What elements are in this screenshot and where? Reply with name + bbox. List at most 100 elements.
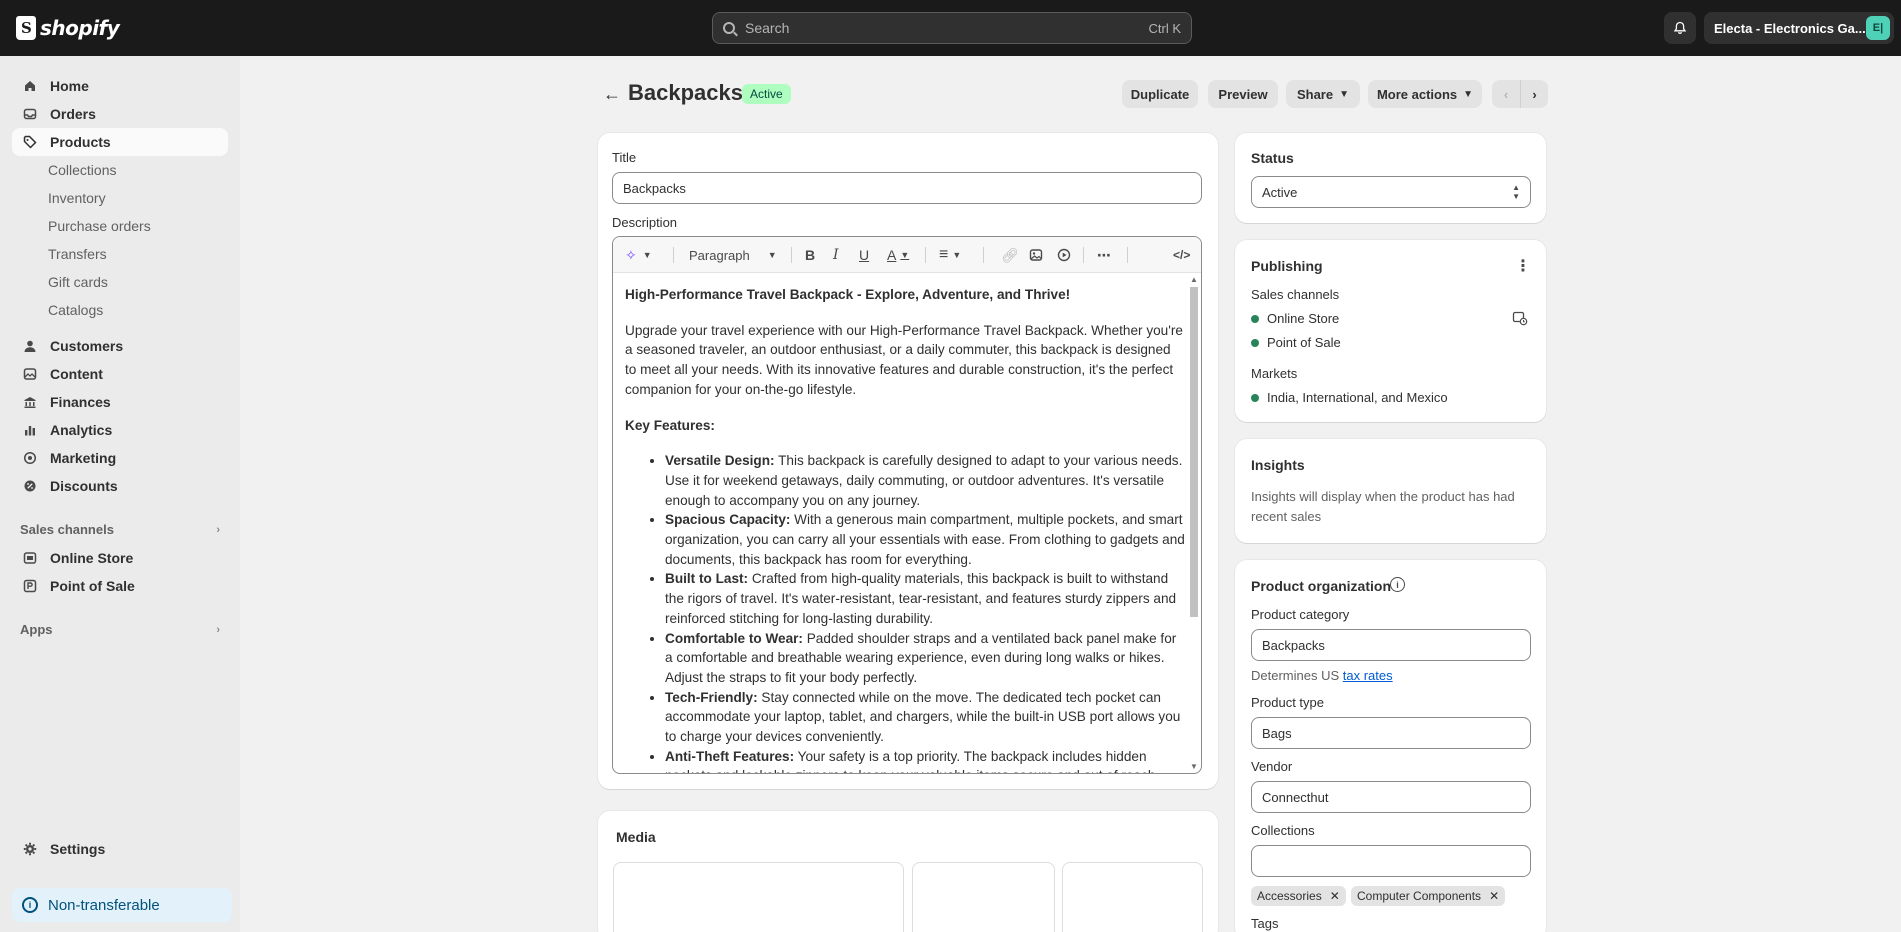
back-arrow-icon[interactable]: ← [600,82,624,106]
shopping-bag-icon [16,16,36,40]
preview-button[interactable]: Preview [1208,80,1278,108]
chevron-right-icon: › [216,523,220,536]
sales-channels-section[interactable]: Sales channels › [20,522,220,537]
editor-scrollbar[interactable]: ▲ ▼ [1189,275,1199,771]
toolbar-divider [925,247,926,263]
top-bar: shopify Search Ctrl K Electa - Electroni… [0,0,1901,56]
sidebar-item-discounts[interactable]: Discounts [12,472,228,500]
store-menu-button[interactable]: Electa - Electronics Ga... E| [1704,12,1894,44]
search-shortcut: Ctrl K [1148,20,1182,36]
next-product-button[interactable]: › [1520,80,1548,108]
sidebar-item-collections[interactable]: Collections [48,156,116,184]
chevron-down-icon: ▼ [767,250,777,260]
markets-value: India, International, and Mexico [1251,390,1448,405]
chevron-right-icon: › [1532,86,1537,102]
product-type-label: Product type [1251,695,1324,710]
vendor-input[interactable]: Connecthut [1251,781,1531,813]
collection-tag: Accessories ✕ [1251,886,1346,906]
more-options-icon[interactable]: ⋯ [1097,245,1112,265]
ai-magic-button[interactable]: ✧ ▼ [625,245,652,265]
product-type-input[interactable]: Bags [1251,717,1531,749]
markets-label: Markets [1251,366,1298,381]
chevron-left-icon: ‹ [1503,86,1509,102]
sidebar-item-content[interactable]: Content [12,360,228,388]
sidebar-item-point-of-sale[interactable]: Point of Sale [12,572,228,600]
gear-icon [22,841,38,857]
code-view-icon[interactable]: </> [1173,245,1190,265]
vertical-dots-icon[interactable]: ⋮ [1515,256,1531,276]
description-content[interactable]: High-Performance Travel Backpack - Explo… [625,285,1185,773]
bold-icon[interactable]: B [805,245,815,265]
toolbar-divider [1083,247,1084,263]
sidebar-item-catalogs[interactable]: Catalogs [48,296,103,324]
previous-product-button[interactable]: ‹ [1492,80,1520,108]
chevron-down-icon: ▼ [642,250,652,260]
publishing-label: Publishing [1251,258,1323,274]
sidebar-item-analytics[interactable]: Analytics [12,416,228,444]
close-icon[interactable]: ✕ [1330,889,1340,903]
search-input[interactable]: Search Ctrl K [712,12,1192,44]
content-icon [22,366,38,382]
close-icon[interactable]: ✕ [1489,889,1499,903]
target-icon [22,450,38,466]
sidebar-item-gift-cards[interactable]: Gift cards [48,268,108,296]
store-avatar: E| [1866,16,1890,40]
sidebar-item-finances[interactable]: Finances [12,388,228,416]
description-editor[interactable]: ✧ ▼ Paragraph ▼ B I U A ▼ ≡ ▼ 🔗︎ ⋯ </> Hig… [612,236,1202,774]
align-icon[interactable]: ≡ ▼ [939,245,961,265]
scrollbar-thumb[interactable] [1190,287,1198,617]
list-item: Spacious Capacity: With a generous main … [665,510,1185,569]
search-icon [723,22,735,34]
title-input[interactable]: Backpacks [612,172,1202,204]
bell-icon [1673,21,1687,35]
sidebar-item-home[interactable]: Home [12,72,228,100]
tax-rates-note: Determines US tax rates [1251,668,1393,683]
shopify-logo[interactable]: shopify [16,16,120,40]
media-upload-slot[interactable] [613,862,904,932]
pos-icon [22,578,38,594]
paragraph-style-select[interactable]: Paragraph ▼ [689,245,777,265]
chevron-right-icon: › [216,623,220,636]
page-title: Backpacks [628,80,743,105]
collections-input[interactable] [1251,845,1531,877]
product-category-input[interactable]: Backpacks [1251,629,1531,661]
sidebar-item-online-store[interactable]: Online Store [12,544,228,572]
vendor-label: Vendor [1251,759,1293,774]
status-dot [1251,314,1259,323]
apps-section[interactable]: Apps › [20,622,220,637]
more-actions-button[interactable]: More actions ▼ [1368,80,1482,108]
sidebar-item-settings[interactable]: Settings [12,835,228,863]
sidebar-item-orders[interactable]: Orders [12,100,228,128]
bank-icon [22,394,38,410]
image-icon[interactable] [1029,245,1043,265]
schedule-icon[interactable] [1512,310,1528,329]
non-transferable-banner[interactable]: i Non-transferable [12,888,232,922]
sidebar-item-customers[interactable]: Customers [12,332,228,360]
status-select[interactable]: Active ▲ ▼ [1251,176,1531,208]
sidebar-item-transfers[interactable]: Transfers [48,240,107,268]
video-icon[interactable] [1057,245,1071,265]
media-upload-slot[interactable] [912,862,1055,932]
scroll-up-icon[interactable]: ▲ [1190,275,1198,284]
text-color-icon[interactable]: A ▼ [887,245,909,265]
scroll-down-icon[interactable]: ▼ [1190,762,1198,771]
sidebar-item-inventory[interactable]: Inventory [48,184,106,212]
sidebar-item-products[interactable]: Products [12,128,228,156]
media-upload-slot[interactable] [1062,862,1203,932]
share-button[interactable]: Share ▼ [1286,80,1360,108]
list-item: Versatile Design: This backpack is caref… [665,451,1185,510]
tax-rates-link[interactable]: tax rates [1343,668,1393,683]
channel-online-store: Online Store [1251,311,1339,326]
info-icon: i [22,897,38,913]
notifications-button[interactable] [1664,12,1696,44]
sidebar-item-marketing[interactable]: Marketing [12,444,228,472]
tags-label: Tags [1251,916,1279,931]
store-name: Electa - Electronics Ga... [1714,20,1866,36]
sidebar-item-purchase-orders[interactable]: Purchase orders [48,212,151,240]
duplicate-button[interactable]: Duplicate [1122,80,1198,108]
link-icon[interactable]: 🔗︎ [1001,245,1019,265]
toolbar-divider [791,247,792,263]
italic-icon[interactable]: I [833,245,839,265]
underline-icon[interactable]: U [859,245,869,265]
info-icon[interactable]: i [1390,577,1405,592]
